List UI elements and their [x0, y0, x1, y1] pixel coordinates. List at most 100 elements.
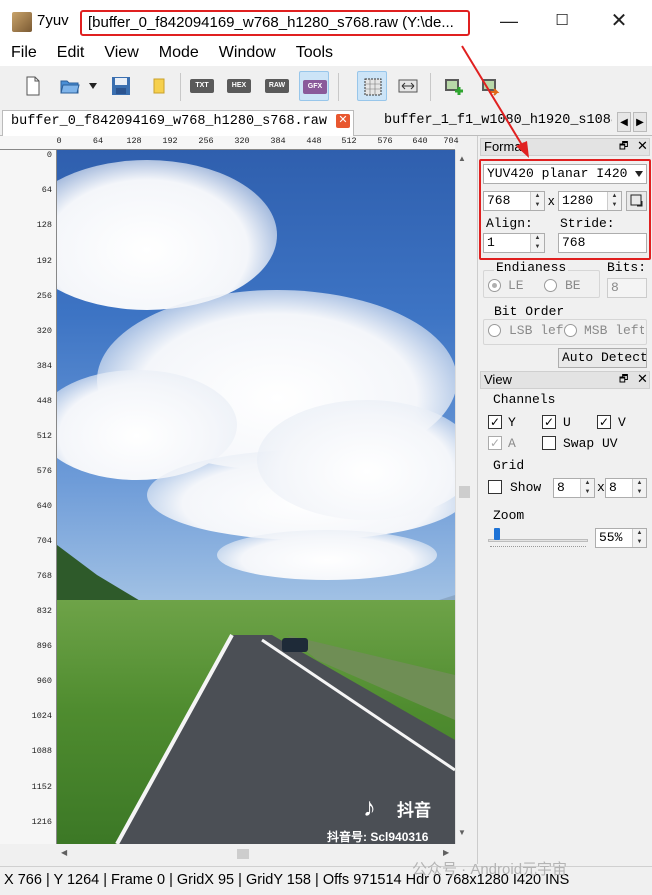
bits-input[interactable]: 8 — [607, 278, 647, 298]
add-frame-button[interactable] — [439, 71, 469, 101]
open-folder-icon — [60, 80, 80, 94]
auto-detect-button[interactable]: Auto Detect — [558, 348, 647, 368]
swap-uv-label: Swap UV — [563, 436, 618, 451]
open-file-button[interactable] — [55, 71, 85, 101]
new-file-button[interactable] — [18, 71, 48, 101]
ruler-left-label: 256 — [36, 291, 52, 301]
gfx-mode-button[interactable]: GFX — [299, 71, 329, 101]
grid-y-value: 8 — [609, 480, 617, 495]
tab-scroll-left-icon[interactable]: ◀ — [617, 112, 631, 132]
ruler-top-label: 384 — [270, 136, 286, 146]
grid-show-checkbox[interactable] — [488, 480, 502, 494]
close-panel-icon[interactable]: ✕ — [637, 138, 648, 154]
ruler-top-label: 704 — [443, 136, 459, 146]
grid-show-label: Show — [510, 480, 542, 495]
vertical-scroll-thumb[interactable] — [459, 486, 470, 498]
menu-edit[interactable]: Edit — [47, 42, 95, 66]
msb-left-radio[interactable] — [564, 324, 577, 337]
grid-y-stepper-icon[interactable]: ▲ ▼ — [632, 479, 646, 497]
size-preset-button[interactable] — [626, 191, 647, 211]
menu-view[interactable]: View — [94, 42, 148, 66]
status-offset: Offs 971514 — [322, 872, 402, 888]
zoom-stepper-icon[interactable]: ▲ ▼ — [632, 529, 646, 547]
save-button[interactable] — [106, 71, 136, 101]
channel-y-label: Y — [508, 415, 516, 430]
swap-uv-checkbox[interactable] — [542, 436, 556, 450]
scroll-down-icon[interactable]: ▼ — [458, 828, 466, 837]
fit-width-button[interactable] — [393, 71, 423, 101]
close-tab-icon[interactable]: ✕ — [336, 114, 350, 128]
ruler-left-label: 1152 — [31, 782, 52, 792]
float-panel-icon[interactable]: 🗗 — [619, 372, 628, 388]
close-window-button[interactable]: ✕ — [604, 8, 634, 34]
raw-mode-button[interactable]: RAW — [262, 71, 292, 101]
image-viewport[interactable]: ♪ 抖音 抖音号: Scl940316 — [57, 150, 455, 844]
zoom-slider-track[interactable] — [488, 539, 588, 542]
export-frame-icon — [482, 79, 500, 96]
horizontal-scrollbar[interactable]: ◀ ▶ — [57, 844, 455, 864]
channel-u-checkbox[interactable]: ✓ — [542, 415, 556, 429]
fit-width-icon — [398, 79, 418, 93]
scroll-left-icon[interactable]: ◀ — [61, 848, 67, 857]
horizontal-scroll-thumb[interactable] — [237, 849, 249, 859]
ruler-top: 0 64 128 192 256 320 384 448 512 576 640… — [56, 136, 459, 150]
ruler-left-label: 640 — [36, 501, 52, 511]
align-stepper-icon[interactable]: ▲ ▼ — [530, 234, 544, 252]
tab-bar: buffer_0_f842094169_w768_h1280_s768.raw … — [0, 108, 652, 136]
size-separator: x — [548, 193, 555, 208]
float-panel-icon[interactable]: 🗗 — [619, 139, 628, 155]
align-label: Align: — [486, 216, 533, 231]
close-panel-icon[interactable]: ✕ — [637, 371, 648, 387]
le-radio[interactable] — [488, 279, 501, 292]
export-frame-button[interactable] — [476, 71, 506, 101]
status-frame: Frame 0 — [111, 872, 166, 888]
add-frame-icon — [445, 79, 463, 95]
ruler-top-label: 0 — [56, 136, 62, 146]
txt-mode-icon: TXT — [190, 79, 214, 93]
scroll-up-icon[interactable]: ▲ — [458, 154, 466, 163]
ruler-left-label: 576 — [36, 466, 52, 476]
channel-v-checkbox[interactable]: ✓ — [597, 415, 611, 429]
stride-input[interactable]: 768 — [558, 233, 647, 253]
msb-left-label: MSB left — [584, 323, 644, 338]
be-radio[interactable] — [544, 279, 557, 292]
raw-mode-icon: RAW — [265, 79, 289, 93]
status-separator: | — [315, 872, 319, 888]
bit-order-label: Bit Order — [492, 304, 567, 319]
channel-a-checkbox[interactable]: ✓ — [488, 436, 502, 450]
menu-window[interactable]: Window — [209, 42, 286, 66]
menu-tools[interactable]: Tools — [286, 42, 343, 66]
zoom-slider-handle[interactable] — [494, 528, 500, 540]
tab-buffer-0[interactable]: buffer_0_f842094169_w768_h1280_s768.raw — [2, 110, 354, 136]
endianness-label: Endianess — [494, 260, 569, 275]
toolbar: TXT HEX RAW GFX — [0, 67, 652, 107]
vertical-scrollbar[interactable]: ▲ ▼ — [455, 150, 473, 844]
align-value: 1 — [487, 235, 495, 250]
hex-mode-button[interactable]: HEX — [224, 71, 254, 101]
tab-scroll-right-icon[interactable]: ▶ — [633, 112, 647, 132]
pixel-format-select[interactable]: YUV420 planar I420 — [483, 164, 647, 184]
clipboard-button[interactable] — [144, 71, 174, 101]
zoom-slider-ticks — [490, 546, 586, 550]
channel-y-checkbox[interactable]: ✓ — [488, 415, 502, 429]
grid-x-stepper-icon[interactable]: ▲ ▼ — [580, 479, 594, 497]
ruler-left-label: 960 — [36, 676, 52, 686]
lsb-left-radio[interactable] — [488, 324, 501, 337]
hex-mode-icon: HEX — [227, 79, 251, 93]
menu-mode[interactable]: Mode — [149, 42, 209, 66]
height-stepper-icon[interactable]: ▲ ▼ — [607, 192, 621, 210]
status-gridx: GridX 95 — [176, 872, 235, 888]
scroll-right-icon[interactable]: ▶ — [443, 848, 449, 857]
menu-file[interactable]: File — [0, 42, 47, 66]
ruler-left-label: 704 — [36, 536, 52, 546]
select-tool-button[interactable] — [357, 71, 387, 101]
tab-buffer-1[interactable]: buffer_1_f1_w1080_h1920_s1088 — [376, 110, 612, 136]
view-panel-title: View — [484, 372, 512, 387]
width-stepper-icon[interactable]: ▲ ▼ — [530, 192, 544, 210]
open-recent-dropdown[interactable] — [86, 71, 100, 101]
maximize-button[interactable]: ☐ — [547, 8, 577, 34]
minimize-button[interactable]: — — [494, 8, 524, 34]
pixel-format-value: YUV420 planar I420 — [487, 166, 628, 181]
txt-mode-button[interactable]: TXT — [187, 71, 217, 101]
status-separator: | — [169, 872, 173, 888]
